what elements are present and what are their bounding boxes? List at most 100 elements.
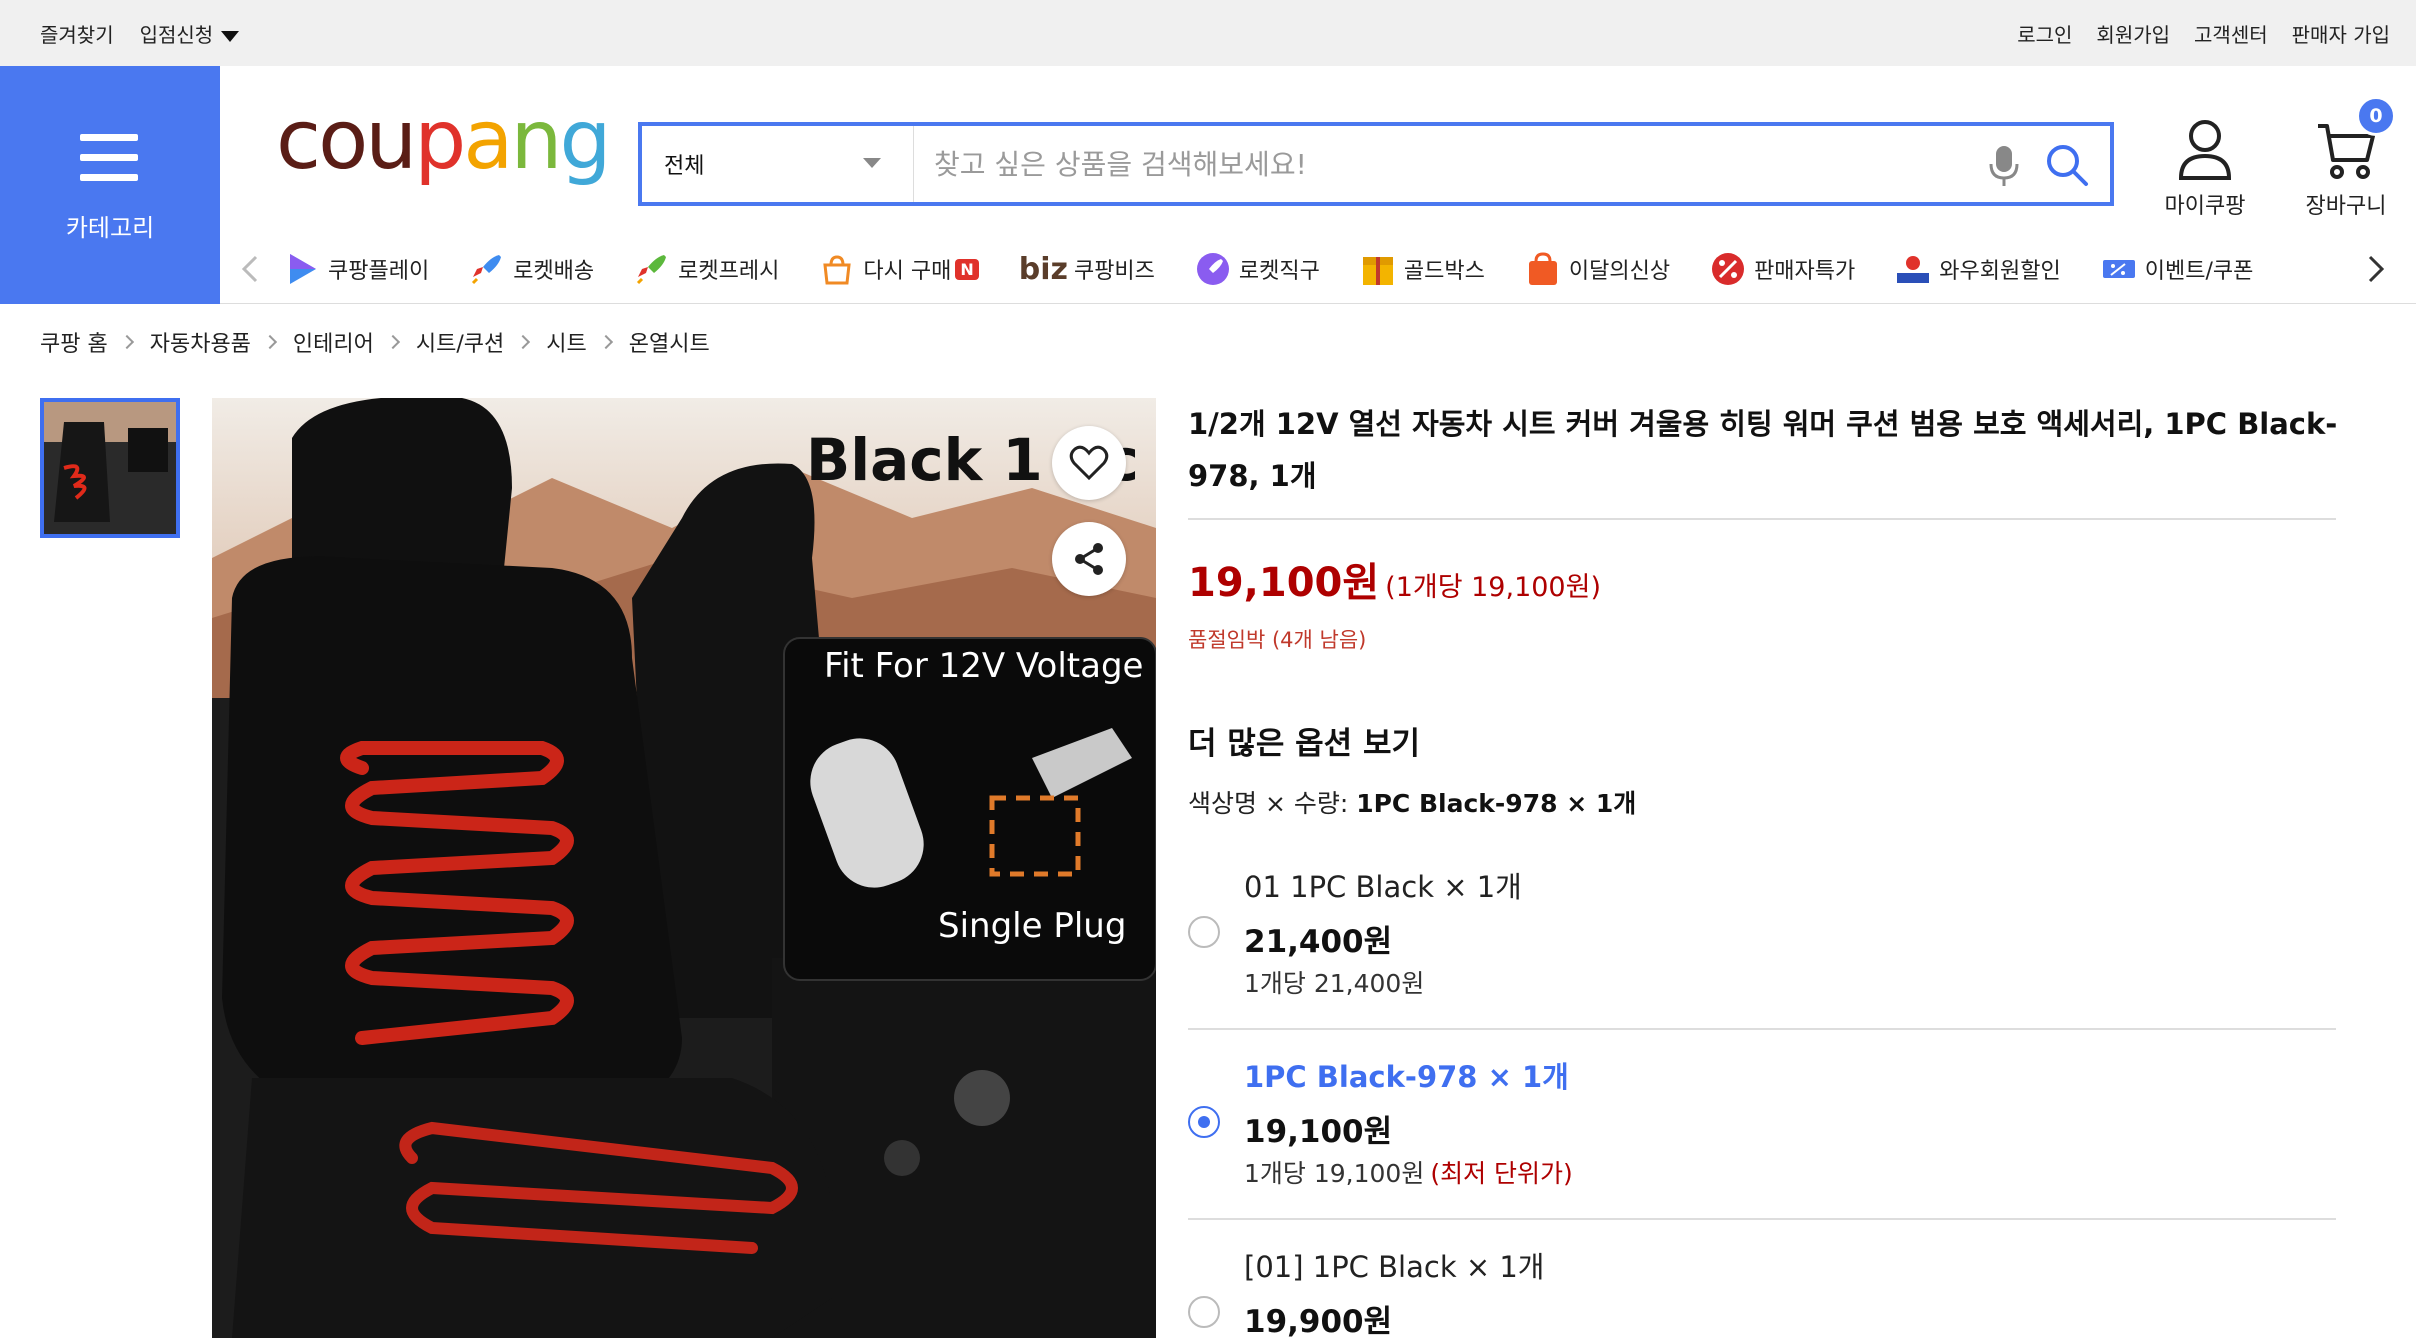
category-label: 카테고리: [65, 214, 155, 242]
nav-item-label: 골드박스: [1403, 259, 1485, 284]
nav-item-label: 와우회원할인: [1939, 259, 2061, 284]
heated-seat-photo: [212, 398, 1156, 1338]
search-input[interactable]: [916, 126, 1956, 202]
service-nav: 쿠팡플레이 로켓배송 로켓프레시 다시 구매 N biz 쿠팡비즈 로켓직구 골…: [220, 234, 2416, 304]
hamburger-icon: [80, 134, 138, 194]
chevron-left-icon[interactable]: [238, 254, 262, 284]
search-category-value: 전체: [664, 154, 705, 179]
dropdown-arrow-icon: [863, 158, 881, 168]
nav-item-rocket-delivery[interactable]: 로켓배송: [469, 251, 594, 287]
option-item[interactable]: [01] 1PC Black × 1개 19,900원: [1188, 1240, 2336, 1340]
play-icon: [290, 254, 316, 284]
option-radio[interactable]: [1188, 1106, 1220, 1138]
breadcrumb-item[interactable]: 쿠팡 홈: [40, 326, 108, 358]
goldbox-icon: [1362, 257, 1393, 285]
heart-icon: [1069, 445, 1109, 481]
nav-item-rocket-global[interactable]: 로켓직구: [1195, 251, 1320, 287]
option-price: 19,900원: [1244, 1304, 1393, 1340]
image-text-plug: Single Plug: [938, 906, 1127, 946]
customer-center-link[interactable]: 고객센터: [2194, 19, 2268, 48]
nav-item-new-arrivals[interactable]: 이달의신상: [1525, 251, 1670, 287]
product-title: 1/2개 12V 열선 자동차 시트 커버 겨울용 히팅 워머 쿠션 범용 보호…: [1188, 407, 2338, 493]
more-options-title: 더 많은 옵션 보기: [1188, 726, 1421, 762]
cart-count-badge: 0: [2356, 96, 2396, 136]
seller-apply-label: 입점신청: [139, 22, 214, 47]
nav-item-label: 쿠팡플레이: [328, 259, 430, 284]
breadcrumb: 쿠팡 홈 자동차용품 인테리어 시트/쿠션 시트 온열시트: [40, 326, 710, 358]
nav-item-coupang-play[interactable]: 쿠팡플레이: [284, 251, 429, 287]
option-unit-price: 1개당 19,100원 (최저 단위가): [1244, 1154, 1573, 1190]
breadcrumb-item[interactable]: 인테리어: [293, 326, 374, 358]
rocket-icon: [472, 255, 502, 285]
nav-item-goldbox[interactable]: 골드박스: [1360, 251, 1485, 287]
option-item[interactable]: 01 1PC Black × 1개 21,400원 1개당 21,400원: [1188, 860, 2336, 1030]
rebuy-icon: [823, 255, 852, 285]
option-divider: [1188, 1218, 2336, 1220]
thumbnail-image: [44, 402, 176, 534]
microphone-icon[interactable]: [1986, 144, 2022, 188]
search-icon[interactable]: [2044, 142, 2090, 188]
option-radio[interactable]: [1188, 916, 1220, 948]
my-coupang-label: 마이쿠팡: [2164, 194, 2246, 219]
option-radio[interactable]: [1188, 1296, 1220, 1328]
breadcrumb-item[interactable]: 자동차용품: [150, 326, 251, 358]
lowest-unit-price-badge: (최저 단위가): [1430, 1159, 1573, 1188]
search-category-select[interactable]: 전체: [642, 126, 914, 202]
selection-label: 색상명 × 수량:: [1188, 789, 1357, 818]
nav-item-label: 다시 구매: [863, 259, 952, 284]
wow-icon: [1897, 256, 1930, 283]
sale-price: 19,100원: [1188, 560, 1380, 606]
coupang-logo[interactable]: coupang: [276, 100, 612, 182]
option-name: 01 1PC Black × 1개: [1244, 870, 1522, 904]
nav-item-label: 쿠팡비즈: [1073, 259, 1155, 284]
user-icon: [2178, 120, 2232, 180]
biz-icon: biz: [1018, 251, 1068, 287]
title-divider: [1188, 518, 2336, 520]
seller-apply-dropdown[interactable]: 입점신청: [140, 19, 240, 48]
top-utility-bar: 즐겨찾기 입점신청 로그인 회원가입 고객센터 판매자 가입: [0, 0, 2416, 66]
login-link[interactable]: 로그인: [2017, 19, 2072, 48]
nav-item-coupang-biz[interactable]: biz 쿠팡비즈: [1019, 252, 1155, 287]
nav-item-label: 이벤트/쿠폰: [2144, 259, 2254, 284]
nav-item-rocket-fresh[interactable]: 로켓프레시: [634, 251, 779, 287]
nav-item-rebuy[interactable]: 다시 구매 N: [819, 251, 979, 287]
share-button[interactable]: [1052, 522, 1126, 596]
nav-item-wow-discount[interactable]: 와우회원할인: [1895, 251, 2061, 287]
breadcrumb-chevron-icon: [119, 334, 134, 350]
breadcrumb-item[interactable]: 시트: [546, 326, 586, 358]
nav-item-label: 판매자특가: [1754, 259, 1856, 284]
option-divider: [1188, 1028, 2336, 1030]
my-coupang-button[interactable]: 마이쿠팡: [2150, 118, 2260, 220]
logo-part: g: [559, 93, 612, 188]
nav-item-seller-deals[interactable]: 판매자특가: [1710, 251, 1855, 287]
price-block: 19,100원 (1개당 19,100원): [1188, 550, 1601, 608]
rocket-fresh-icon: [637, 255, 667, 285]
bookmark-link[interactable]: 즐겨찾기: [40, 19, 114, 48]
unit-price: (1개당 19,100원): [1385, 572, 1601, 603]
stock-notice: 품절임박 (4개 남음): [1188, 628, 1367, 652]
breadcrumb-item[interactable]: 온열시트: [629, 326, 710, 358]
selected-option-line: 색상명 × 수량: 1PC Black-978 × 1개: [1188, 784, 1636, 820]
rocket-global-icon: [1196, 253, 1229, 285]
option-unit-price: 1개당 21,400원: [1244, 969, 1425, 998]
product-thumbnail[interactable]: [40, 398, 180, 538]
share-icon: [1075, 543, 1103, 575]
option-name: 1PC Black-978 × 1개: [1244, 1060, 1569, 1094]
caret-down-icon: [221, 30, 240, 42]
option-price: 19,100원: [1244, 1114, 1393, 1150]
logo-part: cou: [276, 93, 417, 188]
option-item-selected[interactable]: 1PC Black-978 × 1개 19,100원 1개당 19,100원 (최…: [1188, 1050, 2336, 1220]
option-price: 21,400원: [1244, 924, 1393, 960]
nav-item-events-coupons[interactable]: 이벤트/쿠폰: [2101, 251, 2254, 287]
seller-signup-link[interactable]: 판매자 가입: [2292, 19, 2390, 48]
signup-link[interactable]: 회원가입: [2096, 19, 2170, 48]
category-menu-button[interactable]: 카테고리: [0, 66, 220, 304]
product-main-image[interactable]: Black 1 pc Fit For 12V Voltage Single Pl…: [212, 398, 1156, 1338]
cart-button[interactable]: 장바구니 0: [2290, 96, 2402, 220]
nav-item-label: 이달의신상: [1568, 259, 1671, 284]
wishlist-button[interactable]: [1052, 426, 1126, 500]
nav-item-label: 로켓프레시: [678, 259, 780, 284]
chevron-right-icon[interactable]: [2364, 254, 2388, 284]
breadcrumb-item[interactable]: 시트/쿠션: [416, 326, 504, 358]
new-badge: N: [955, 258, 979, 280]
